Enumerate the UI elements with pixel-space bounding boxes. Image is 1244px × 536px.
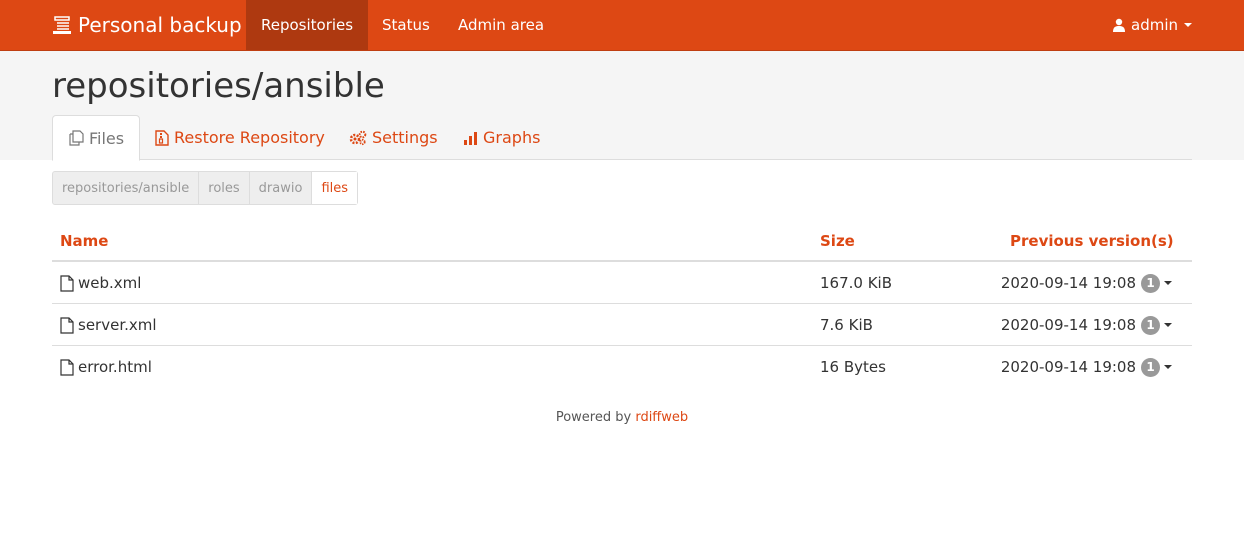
user-name: admin — [1131, 16, 1178, 34]
top-navbar: Personal backup Repositories Status Admi… — [0, 0, 1244, 51]
chevron-down-icon — [1164, 365, 1172, 369]
table-row: error.html 16 Bytes 2020-09-14 19:08 1 — [52, 346, 1192, 388]
nav-repositories[interactable]: Repositories — [246, 0, 369, 50]
table-row: server.xml 7.6 KiB 2020-09-14 19:08 1 — [52, 304, 1192, 346]
tab-graphs-label: Graphs — [483, 128, 541, 147]
chevron-down-icon — [1164, 281, 1172, 285]
tab-files-label: Files — [89, 128, 125, 148]
tab-graphs[interactable]: Graphs — [448, 115, 555, 160]
database-icon — [52, 15, 72, 35]
breadcrumb: repositories/ansible roles drawio files — [52, 171, 359, 205]
tab-restore-repository[interactable]: Restore Repository — [140, 115, 340, 160]
chevron-down-icon — [1184, 23, 1192, 27]
tab-settings[interactable]: Settings — [334, 115, 453, 160]
breadcrumb-item[interactable]: drawio — [250, 172, 313, 204]
footer-text: Powered by — [555, 410, 632, 425]
version-date: 2020-09-14 19:08 — [1000, 358, 1136, 376]
file-archive-icon — [155, 129, 169, 146]
brand-title: Personal backup — [78, 13, 242, 37]
user-menu[interactable]: admin — [1113, 0, 1192, 50]
column-header-previous-versions[interactable]: Previous version(s) — [1010, 222, 1174, 260]
table-row: web.xml 167.0 KiB 2020-09-14 19:08 1 — [52, 262, 1192, 304]
previous-versions-dropdown[interactable]: 2020-09-14 19:08 1 — [1001, 304, 1172, 346]
file-name: web.xml — [78, 274, 142, 292]
column-header-size[interactable]: Size — [820, 222, 855, 260]
file-icon — [60, 316, 74, 334]
file-icon — [60, 358, 74, 376]
file-size: 7.6 KiB — [820, 316, 873, 334]
file-name: server.xml — [78, 316, 157, 334]
version-date: 2020-09-14 19:08 — [1000, 274, 1136, 292]
breadcrumb-item-current: files — [312, 172, 358, 204]
page-title: repositories/ansible — [52, 66, 385, 106]
breadcrumb-item[interactable]: roles — [199, 172, 250, 204]
file-link[interactable]: server.xml — [60, 304, 157, 346]
file-size: 16 Bytes — [820, 358, 886, 376]
version-count-badge: 1 — [1141, 357, 1160, 377]
tab-files[interactable]: Files — [52, 115, 141, 161]
nav-status[interactable]: Status — [367, 0, 445, 50]
version-count-badge: 1 — [1141, 273, 1160, 293]
user-icon — [1113, 18, 1125, 32]
bar-chart-icon — [463, 131, 478, 145]
version-count-badge: 1 — [1141, 315, 1160, 335]
files-icon — [68, 130, 84, 146]
chevron-down-icon — [1164, 323, 1172, 327]
breadcrumb-item[interactable]: repositories/ansible — [53, 172, 200, 204]
file-link[interactable]: error.html — [60, 346, 152, 388]
tab-settings-label: Settings — [372, 128, 438, 147]
previous-versions-dropdown[interactable]: 2020-09-14 19:08 1 — [1001, 346, 1172, 388]
file-name: error.html — [78, 358, 152, 376]
file-link[interactable]: web.xml — [60, 262, 141, 304]
file-size: 167.0 KiB — [820, 274, 893, 292]
brand-link[interactable]: Personal backup — [52, 0, 242, 50]
footer: Powered by rdiffweb — [0, 410, 1244, 425]
file-icon — [60, 274, 74, 292]
version-date: 2020-09-14 19:08 — [1000, 316, 1136, 334]
rdiffweb-link[interactable]: rdiffweb — [635, 410, 688, 425]
nav-admin-area[interactable]: Admin area — [443, 0, 559, 50]
previous-versions-dropdown[interactable]: 2020-09-14 19:08 1 — [1001, 262, 1172, 304]
column-header-name[interactable]: Name — [60, 222, 108, 260]
tab-restore-label: Restore Repository — [174, 128, 325, 147]
cogs-icon — [349, 130, 367, 146]
